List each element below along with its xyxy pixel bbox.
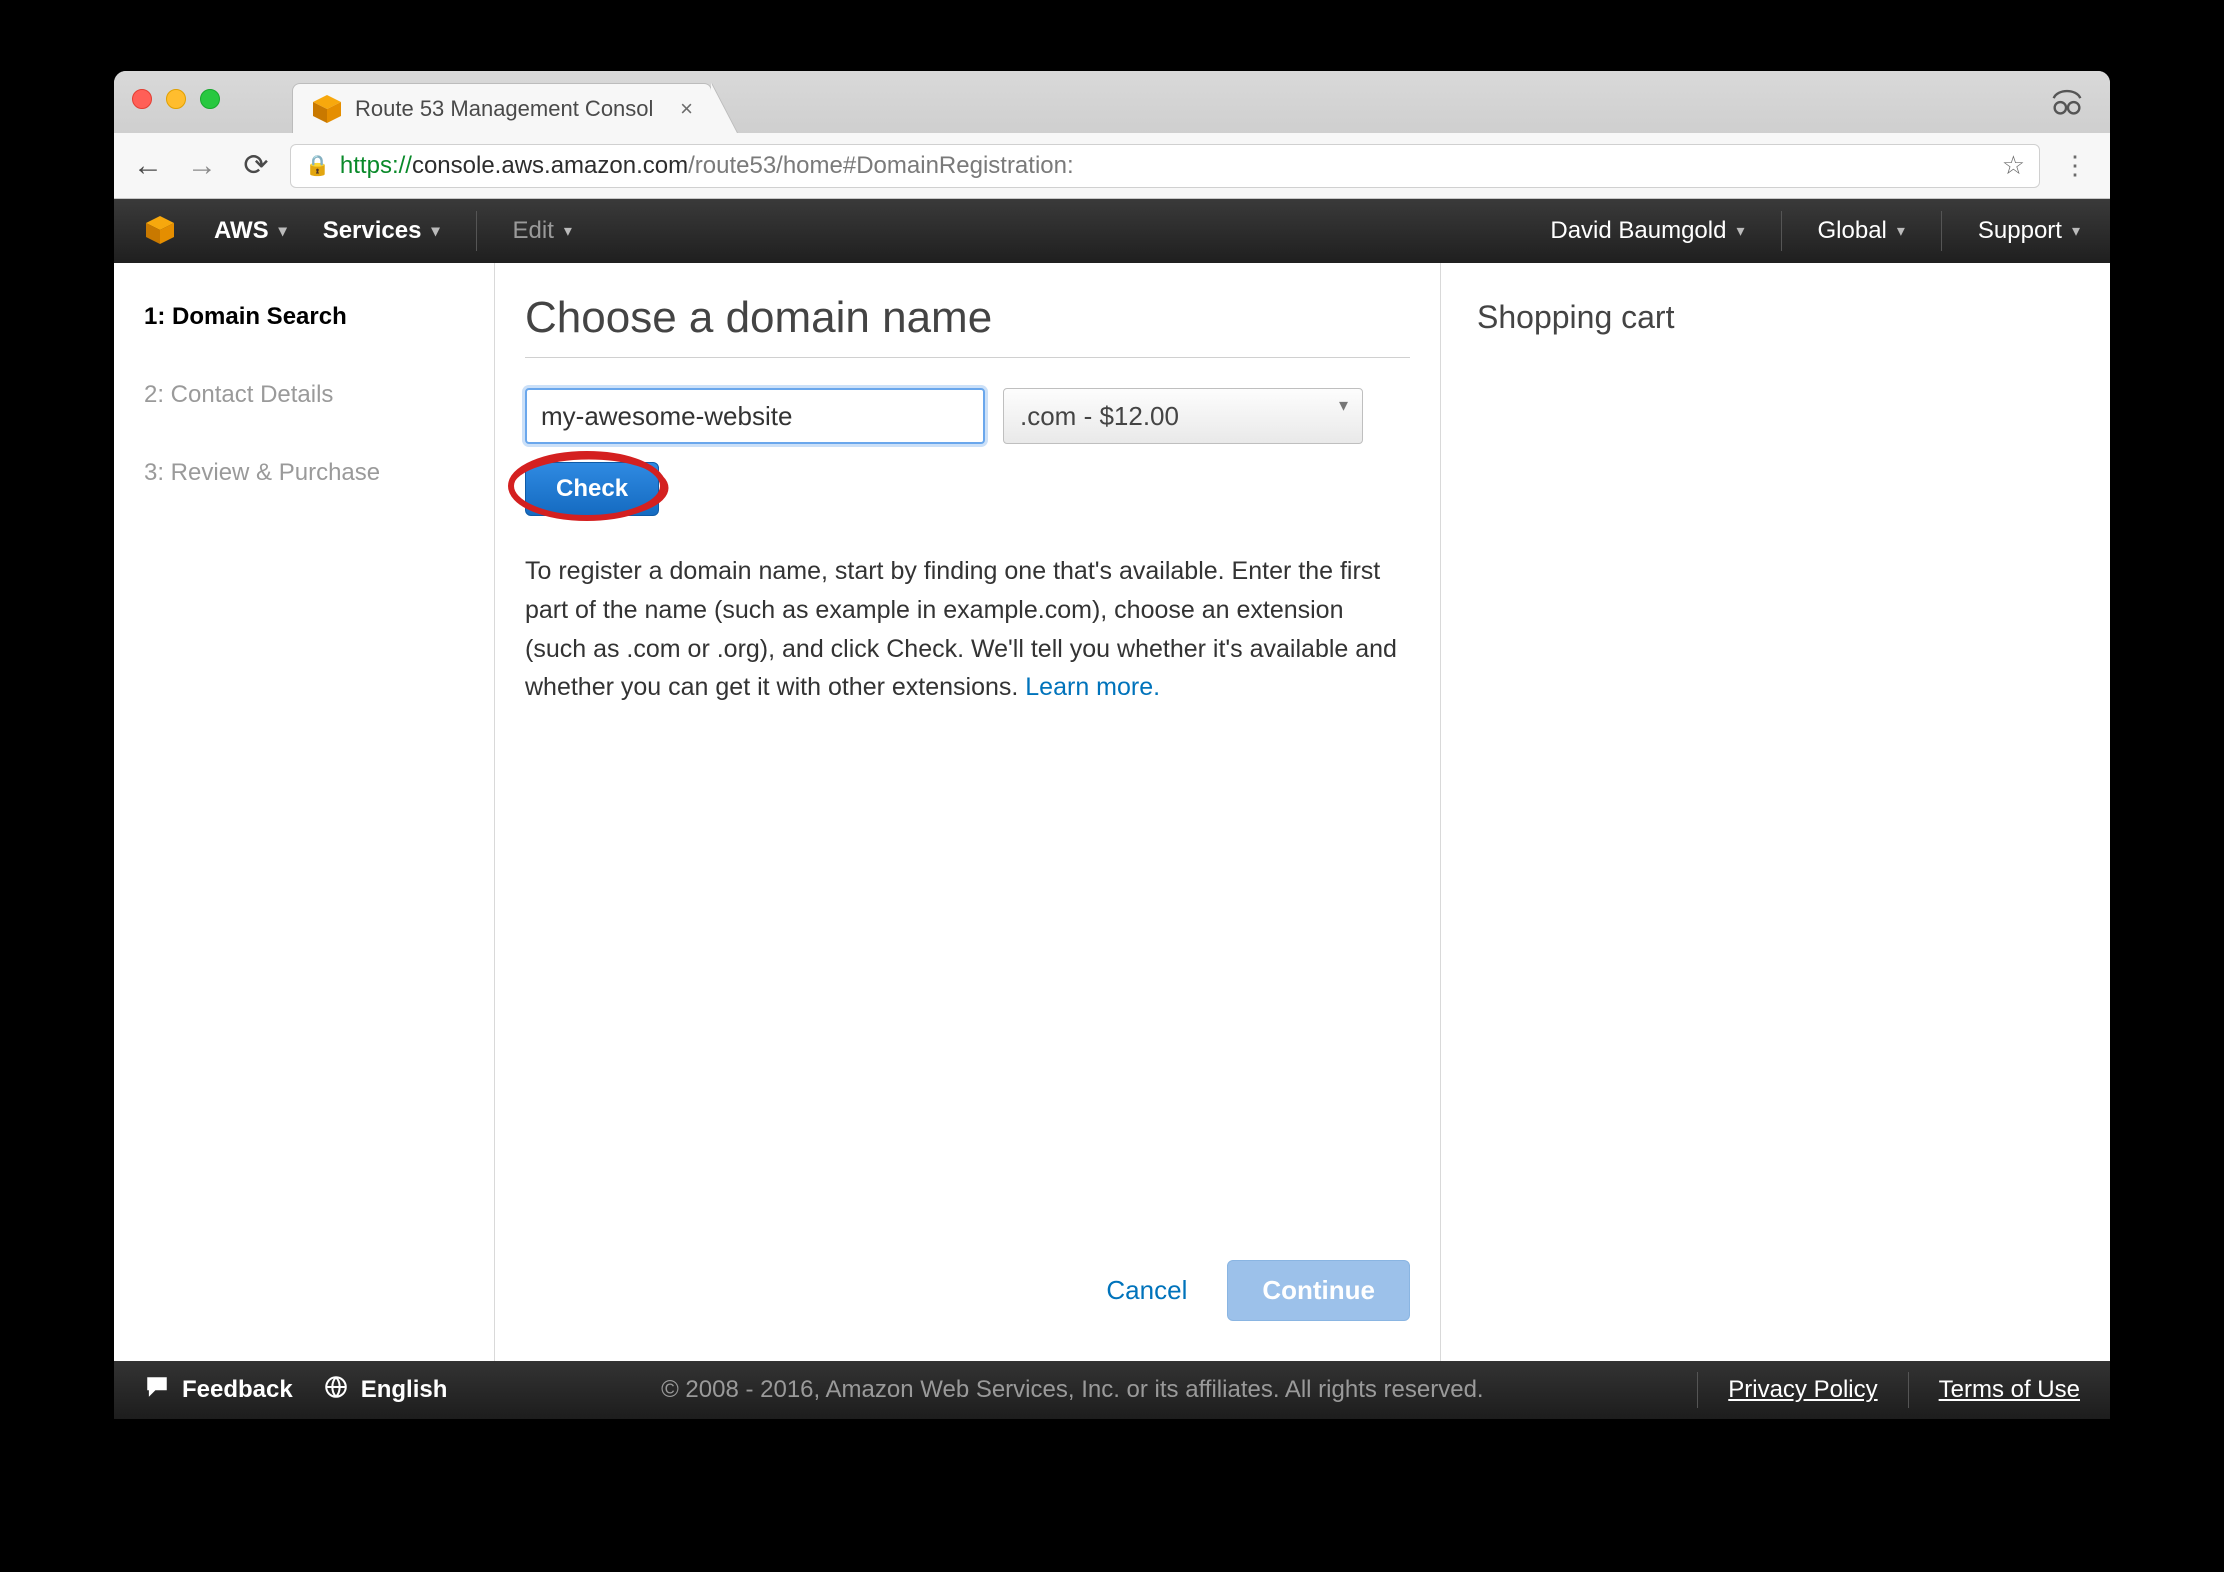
privacy-policy-link[interactable]: Privacy Policy: [1728, 1376, 1877, 1404]
chevron-down-icon: ▾: [1897, 221, 1905, 241]
language-label: English: [361, 1376, 448, 1404]
aws-footer: Feedback English © 2008 - 2016, Amazon W…: [114, 1361, 2110, 1419]
url: https://console.aws.amazon.com/route53/h…: [340, 152, 1074, 180]
page-title: Choose a domain name: [525, 293, 1410, 343]
close-tab-icon[interactable]: ×: [680, 96, 693, 122]
minimize-window-icon[interactable]: [166, 89, 186, 109]
action-bar: Cancel Continue: [525, 1220, 1410, 1361]
tld-select[interactable]: .com - $12.00: [1003, 388, 1363, 444]
browser-window: Route 53 Management Consol × ← → ⟳ 🔒 htt…: [114, 71, 2110, 1419]
tld-selected-label: .com - $12.00: [1020, 401, 1179, 432]
close-window-icon[interactable]: [132, 89, 152, 109]
nav-edit-label: Edit: [513, 217, 554, 245]
nav-separator: [1941, 211, 1942, 251]
window-controls: [132, 89, 220, 109]
nav-region-menu[interactable]: Global ▾: [1818, 217, 1905, 245]
terms-of-use-link[interactable]: Terms of Use: [1939, 1376, 2080, 1404]
domain-name-input[interactable]: [525, 388, 985, 444]
chevron-down-icon: ▾: [564, 221, 572, 241]
copyright-text: © 2008 - 2016, Amazon Web Services, Inc.…: [477, 1376, 1667, 1404]
chevron-down-icon: ▾: [1736, 221, 1744, 241]
lock-icon: 🔒: [305, 153, 330, 178]
nav-support-label: Support: [1978, 217, 2062, 245]
maximize-window-icon[interactable]: [200, 89, 220, 109]
continue-button[interactable]: Continue: [1227, 1260, 1410, 1321]
tab-title: Route 53 Management Consol: [355, 96, 653, 122]
nav-support-menu[interactable]: Support ▾: [1978, 217, 2080, 245]
learn-more-link[interactable]: Learn more.: [1025, 673, 1160, 701]
step-domain-search[interactable]: 1: Domain Search: [144, 303, 474, 331]
feedback-link[interactable]: Feedback: [144, 1374, 293, 1407]
url-host: console.aws.amazon.com: [412, 152, 688, 179]
check-highlight: Check: [525, 462, 1410, 516]
instructions-body: To register a domain name, start by find…: [525, 557, 1397, 701]
check-button[interactable]: Check: [525, 462, 659, 516]
aws-favicon-icon: [311, 93, 343, 125]
nav-services-label: Services: [323, 217, 422, 245]
tab-strip: Route 53 Management Consol ×: [114, 71, 2110, 133]
instructions-text: To register a domain name, start by find…: [525, 552, 1410, 707]
shopping-cart-panel: Shopping cart: [1441, 263, 1961, 1361]
aws-logo-icon[interactable]: [144, 214, 178, 248]
aws-top-nav: AWS ▾ Services ▾ Edit ▾ David Baumgold ▾…: [114, 199, 2110, 263]
nav-edit-menu[interactable]: Edit ▾: [513, 217, 572, 245]
main-content: Choose a domain name .com - $12.00 Check…: [495, 263, 1440, 1361]
browser-menu-icon[interactable]: ⋮: [2054, 150, 2096, 181]
nav-aws-label: AWS: [214, 217, 269, 245]
title-rule: [525, 357, 1410, 358]
speech-bubble-icon: [144, 1374, 170, 1407]
incognito-icon: [2048, 83, 2086, 126]
bookmark-star-icon[interactable]: ☆: [2002, 150, 2025, 181]
footer-separator: [1697, 1372, 1698, 1408]
url-path: /route53/home#DomainRegistration:: [688, 152, 1074, 179]
page-body: 1: Domain Search 2: Contact Details 3: R…: [114, 263, 2110, 1361]
forward-button: →: [182, 149, 222, 183]
browser-tab[interactable]: Route 53 Management Consol ×: [292, 83, 712, 133]
step-review-purchase: 3: Review & Purchase: [144, 459, 474, 487]
nav-user-label: David Baumgold: [1550, 217, 1726, 245]
domain-search-row: .com - $12.00: [525, 388, 1410, 444]
chevron-down-icon: ▾: [431, 221, 439, 241]
omnibox[interactable]: 🔒 https://console.aws.amazon.com/route53…: [290, 144, 2040, 188]
nav-user-menu[interactable]: David Baumgold ▾: [1550, 217, 1744, 245]
shopping-cart-title: Shopping cart: [1477, 299, 1931, 336]
nav-aws-menu[interactable]: AWS ▾: [214, 217, 287, 245]
reload-button[interactable]: ⟳: [236, 148, 276, 183]
nav-separator: [476, 211, 477, 251]
address-bar-row: ← → ⟳ 🔒 https://console.aws.amazon.com/r…: [114, 133, 2110, 199]
footer-separator: [1908, 1372, 1909, 1408]
nav-separator: [1781, 211, 1782, 251]
tab-shape: [711, 83, 737, 133]
wizard-sidebar: 1: Domain Search 2: Contact Details 3: R…: [114, 263, 494, 1361]
nav-region-label: Global: [1818, 217, 1887, 245]
chevron-down-icon: ▾: [2072, 221, 2080, 241]
chevron-down-icon: ▾: [279, 221, 287, 241]
step-contact-details: 2: Contact Details: [144, 381, 474, 409]
language-selector[interactable]: English: [323, 1374, 448, 1407]
feedback-label: Feedback: [182, 1376, 293, 1404]
cancel-link[interactable]: Cancel: [1106, 1275, 1187, 1306]
url-proto: https://: [340, 152, 412, 179]
back-button[interactable]: ←: [128, 149, 168, 183]
globe-icon: [323, 1374, 349, 1407]
nav-services-menu[interactable]: Services ▾: [323, 217, 440, 245]
